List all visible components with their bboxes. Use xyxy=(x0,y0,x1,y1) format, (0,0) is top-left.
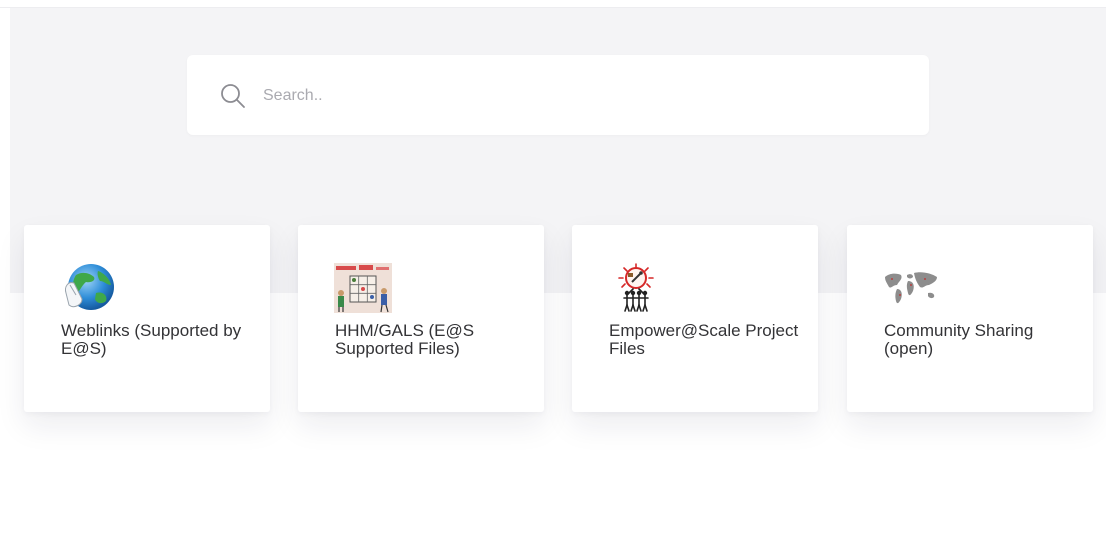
globe-mouse-icon xyxy=(65,264,114,310)
category-card-label: Weblinks (Supported by E@S) xyxy=(61,321,242,358)
category-card-label: Community Sharing (open) xyxy=(884,321,1034,358)
search-box[interactable] xyxy=(187,55,929,135)
category-card-weblinks[interactable]: Weblinks (Supported by E@S) xyxy=(24,225,270,412)
category-card-empower-scale[interactable]: Empower@Scale Project Files xyxy=(572,225,818,412)
empower-scale-logo-icon xyxy=(618,263,654,312)
search-icon[interactable] xyxy=(220,83,246,109)
page: Weblinks (Supported by E@S) HHM/GALS xyxy=(0,0,1106,535)
category-card-label: HHM/GALS (E@S Supported Files) xyxy=(335,321,475,358)
category-card-hhm-gals[interactable]: HHM/GALS (E@S Supported Files) xyxy=(298,225,544,412)
category-card-community-sharing[interactable]: Community Sharing (open) xyxy=(847,225,1093,412)
drawing-thumbnail-icon xyxy=(334,263,392,313)
search-input[interactable] xyxy=(261,79,865,113)
category-card-label: Empower@Scale Project Files xyxy=(609,321,799,358)
world-map-icon xyxy=(885,272,937,304)
top-divider xyxy=(0,0,1106,8)
